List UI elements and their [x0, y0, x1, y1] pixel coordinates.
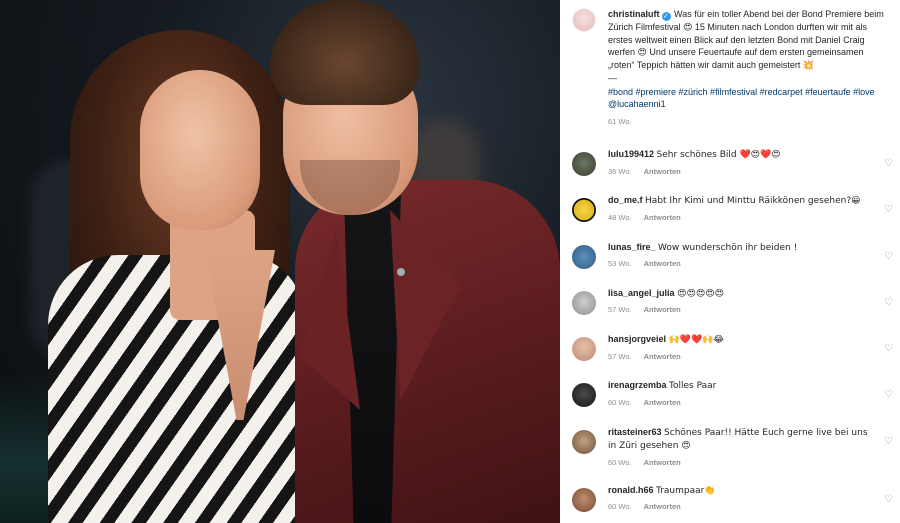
comment-message: Tolles Paar: [669, 381, 717, 392]
comment-meta: 60 Wo. Antworten: [608, 398, 872, 407]
comment-age[interactable]: 60 Wo.: [608, 502, 632, 511]
commenter-username[interactable]: lisa_angel_julia: [608, 288, 675, 298]
comment-item: irenagrzemba Tolles Paar 60 Wo. Antworten…: [572, 379, 894, 425]
comment-list: lulu199412 Sehr schönes Bild ❤️😍❤️😍 36 W…: [572, 148, 894, 523]
comment-text: irenagrzemba Tolles Paar: [608, 379, 872, 393]
caption-hashtags[interactable]: #bond #premiere #zürich #filmfestival #r…: [608, 86, 888, 111]
reply-button[interactable]: Antworten: [644, 502, 681, 511]
heart-outline-icon[interactable]: ♡: [884, 390, 894, 400]
comment-text: lulu199412 Sehr schönes Bild ❤️😍❤️😍: [608, 148, 872, 162]
comment-age[interactable]: 53 Wo.: [608, 259, 632, 268]
comment-text: ronald.h66 Traumpaar👏: [608, 484, 872, 498]
author-username[interactable]: christinaluft: [608, 9, 660, 19]
comment-body: hansjorgveiel 🙌❤️❤️🙌😂 57 Wo. Antworten: [608, 333, 872, 379]
reply-button[interactable]: Antworten: [644, 259, 681, 268]
comment-meta: 57 Wo. Antworten: [608, 305, 872, 314]
caption-body: christinaluft ✓ Was für ein toller Abend …: [608, 8, 888, 126]
comment-body: do_me.f Habt Ihr Kimi und Minttu Räikkön…: [608, 194, 872, 240]
post-sidebar: christinaluft ✓ Was für ein toller Abend …: [560, 0, 900, 523]
comment-meta: 48 Wo. Antworten: [608, 213, 872, 222]
commenter-avatar[interactable]: [572, 244, 596, 269]
comment-message: Traumpaar👏: [656, 485, 716, 496]
heart-outline-icon[interactable]: ♡: [884, 344, 894, 354]
commenter-username[interactable]: ritasteiner63: [608, 427, 662, 437]
comment-item: ritasteiner63 Schönes Paar!! Hätte Euch …: [572, 426, 894, 484]
commenter-avatar[interactable]: [572, 429, 596, 454]
instagram-post-view: christinaluft ✓ Was für ein toller Abend …: [0, 0, 900, 523]
comment-item: lisa_angel_julia 😍😍😍😍😍 57 Wo. Antworten ♡: [572, 287, 894, 333]
comment-meta: 60 Wo. Antworten: [608, 502, 872, 511]
comment-age[interactable]: 48 Wo.: [608, 213, 632, 222]
comment-item: ronald.h66 Traumpaar👏 60 Wo. Antworten ♡: [572, 484, 894, 523]
commenter-avatar[interactable]: [572, 152, 596, 176]
comment-text: lunas_fire_ Wow wunderschön ihr beiden !: [608, 241, 872, 255]
comment-age[interactable]: 36 Wo.: [608, 167, 632, 176]
comment-item: lulu199412 Sehr schönes Bild ❤️😍❤️😍 36 W…: [572, 148, 894, 194]
comment-message: Wow wunderschön ihr beiden !: [658, 242, 798, 253]
reply-button[interactable]: Antworten: [644, 352, 681, 361]
comment-message: 🙌❤️❤️🙌😂: [668, 335, 724, 346]
commenter-username[interactable]: lulu199412: [608, 149, 654, 159]
comment-text: ritasteiner63 Schönes Paar!! Hätte Euch …: [608, 426, 872, 453]
comment-age[interactable]: 57 Wo.: [608, 352, 632, 361]
comment-body: lunas_fire_ Wow wunderschön ihr beiden !…: [608, 241, 872, 287]
comment-text: hansjorgveiel 🙌❤️❤️🙌😂: [608, 333, 872, 347]
heart-outline-icon[interactable]: ♡: [884, 205, 894, 215]
comment-body: lisa_angel_julia 😍😍😍😍😍 57 Wo. Antworten: [608, 287, 872, 333]
commenter-username[interactable]: hansjorgveiel: [608, 334, 666, 344]
heart-outline-icon[interactable]: ♡: [884, 251, 894, 262]
post-caption: christinaluft ✓ Was für ein toller Abend …: [572, 0, 900, 126]
reply-button[interactable]: Antworten: [644, 167, 681, 176]
reply-button[interactable]: Antworten: [644, 213, 681, 222]
comment-meta: 60 Wo. Antworten: [608, 458, 872, 467]
commenter-avatar[interactable]: [572, 290, 596, 315]
caption-age[interactable]: 61 Wo.: [608, 117, 888, 126]
verified-badge-icon: ✓: [661, 12, 671, 21]
comment-body: irenagrzemba Tolles Paar 60 Wo. Antworten: [608, 379, 872, 425]
comment-item: lunas_fire_ Wow wunderschön ihr beiden !…: [572, 241, 894, 287]
comment-body: ronald.h66 Traumpaar👏 60 Wo. Antworten: [608, 484, 872, 523]
caption-dash: —: [608, 72, 617, 83]
woman-face: [140, 70, 260, 230]
commenter-username[interactable]: ronald.h66: [608, 485, 654, 495]
commenter-username[interactable]: lunas_fire_: [608, 242, 656, 252]
comment-text: lisa_angel_julia 😍😍😍😍😍: [608, 287, 872, 301]
heart-outline-icon[interactable]: ♡: [884, 159, 894, 169]
heart-outline-icon[interactable]: ♡: [884, 494, 894, 505]
reply-button[interactable]: Antworten: [644, 398, 681, 407]
comment-age[interactable]: 57 Wo.: [608, 305, 632, 314]
commenter-avatar[interactable]: [572, 337, 596, 362]
comment-item: hansjorgveiel 🙌❤️❤️🙌😂 57 Wo. Antworten ♡: [572, 333, 894, 379]
commenter-avatar[interactable]: [572, 198, 596, 223]
comment-body: ritasteiner63 Schönes Paar!! Hätte Euch …: [608, 426, 872, 484]
comment-message: Sehr schönes Bild ❤️😍❤️😍: [656, 150, 781, 160]
comment-body: lulu199412 Sehr schönes Bild ❤️😍❤️😍 36 W…: [608, 148, 872, 194]
comment-text: do_me.f Habt Ihr Kimi und Minttu Räikkön…: [608, 194, 872, 208]
caption-text: christinaluft ✓ Was für ein toller Abend …: [608, 8, 888, 72]
heart-outline-icon[interactable]: ♡: [884, 297, 894, 308]
post-photo[interactable]: [0, 0, 560, 523]
comment-item: do_me.f Habt Ihr Kimi und Minttu Räikkön…: [572, 194, 894, 240]
man-lapel-pin: [397, 268, 405, 276]
commenter-username[interactable]: irenagrzemba: [608, 380, 667, 390]
man-hair: [270, 0, 420, 105]
comment-meta: 57 Wo. Antworten: [608, 352, 872, 361]
reply-button[interactable]: Antworten: [644, 305, 681, 314]
reply-button[interactable]: Antworten: [644, 458, 681, 467]
comment-meta: 36 Wo. Antworten: [608, 167, 872, 176]
comment-message: Habt Ihr Kimi und Minttu Räikkönen geseh…: [645, 196, 861, 207]
commenter-username[interactable]: do_me.f: [608, 195, 643, 205]
author-avatar[interactable]: [572, 8, 596, 32]
comment-age[interactable]: 60 Wo.: [608, 458, 632, 467]
commenter-avatar[interactable]: [572, 487, 596, 512]
commenter-avatar[interactable]: [572, 383, 596, 408]
comment-message: 😍😍😍😍😍: [677, 288, 724, 299]
heart-outline-icon[interactable]: ♡: [884, 436, 894, 447]
comment-age[interactable]: 60 Wo.: [608, 398, 632, 407]
comment-meta: 53 Wo. Antworten: [608, 259, 872, 268]
